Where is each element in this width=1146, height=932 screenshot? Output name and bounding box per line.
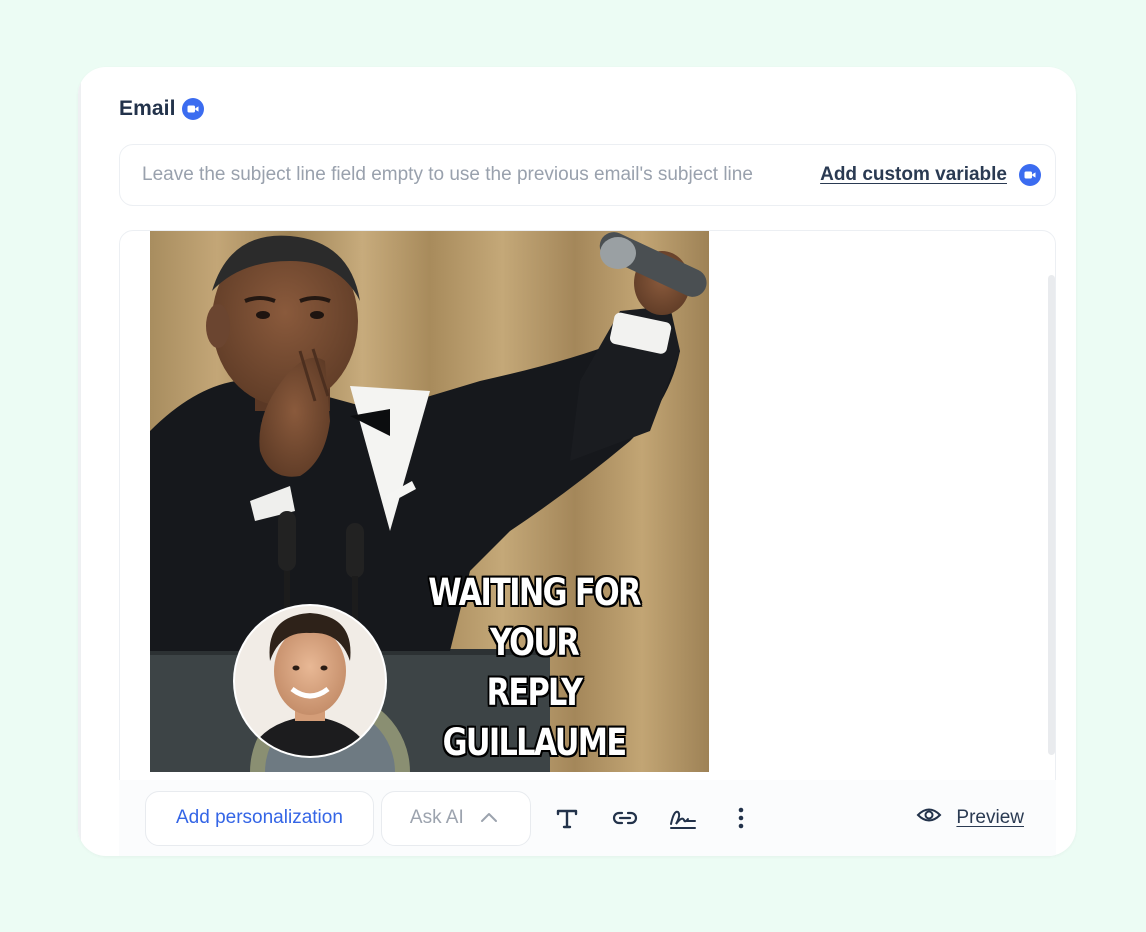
chevron-up-icon (480, 807, 498, 829)
more-vertical-icon[interactable] (719, 796, 763, 840)
section-title: Email (119, 97, 176, 120)
meme-caption-line: REPLY GUILLAUME (442, 671, 627, 764)
preview-button[interactable]: Preview (916, 806, 1024, 830)
add-personalization-button[interactable]: Add personalization (145, 790, 374, 846)
ask-ai-label: Ask AI (409, 807, 464, 828)
email-body-editor[interactable]: WAITING FOR YOUR REPLY GUILLAUME (119, 230, 1056, 856)
video-camera-icon[interactable] (181, 98, 204, 120)
preview-label: Preview (956, 807, 1024, 828)
add-custom-variable-link[interactable]: Add custom variable (820, 164, 1007, 186)
ask-ai-button[interactable]: Ask AI (380, 790, 531, 846)
section-header: Email (119, 95, 204, 123)
eye-icon (916, 806, 942, 830)
subject-line-input[interactable] (142, 160, 811, 190)
editor-scrollbar[interactable] (1048, 275, 1055, 755)
text-format-icon[interactable] (545, 796, 589, 840)
card-edge-divider (78, 81, 81, 851)
meme-caption: WAITING FOR YOUR REPLY GUILLAUME (404, 568, 663, 768)
signature-icon[interactable] (661, 796, 705, 840)
subject-line-field: Add custom variable (119, 144, 1056, 206)
video-camera-icon[interactable] (1019, 164, 1041, 186)
link-icon[interactable] (603, 796, 647, 840)
editor-toolbar: Add personalization Ask AI Preview (119, 780, 1056, 856)
meme-image[interactable]: WAITING FOR YOUR REPLY GUILLAUME (150, 231, 709, 772)
email-step-card: Email Add custom variable (78, 67, 1076, 856)
meme-caption-line: WAITING FOR YOUR (428, 571, 641, 664)
